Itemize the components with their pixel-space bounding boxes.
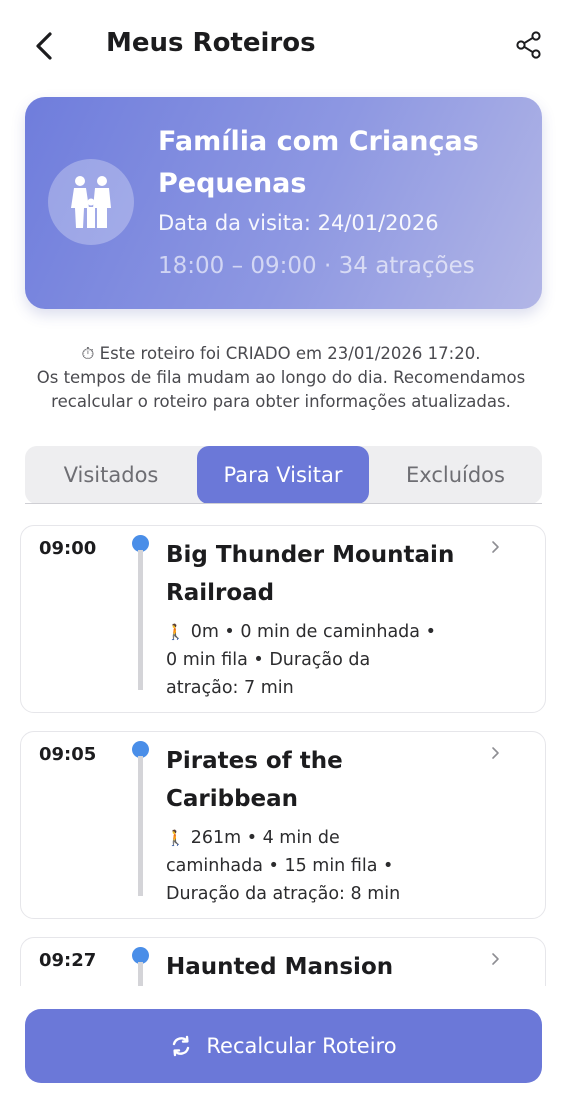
tab-visitados[interactable]: Visitados [25,446,197,504]
attraction-time: 09:27 [39,950,97,971]
visit-date: Data da visita: 24/01/2026 [158,211,439,235]
app-header: Meus Roteiros [0,0,562,92]
recalculate-notice: ⏱ Este roteiro foi CRIADO em 23/01/2026 … [0,342,562,414]
itinerary-summary-card: Família com Crianças Pequenas Data da vi… [25,97,542,309]
page-title: Meus Roteiros [106,28,316,58]
attraction-name: Pirates of the Caribbean [166,748,343,812]
segmented-tabs: Visitados Para Visitar Excluídos [25,446,542,504]
attraction-time: 09:05 [39,744,97,765]
family-avatar [48,159,134,245]
chevron-left-icon [36,32,52,60]
notice-line-2: Os tempos de fila mudam ao longo do dia.… [36,368,526,387]
notice-line-1: ⏱ Este roteiro foi CRIADO em 23/01/2026 … [81,344,481,363]
attraction-list: 09:00 Big Thunder Mountain Railroad 🚶 0m … [0,515,562,986]
chevron-right-icon [492,541,499,553]
share-button[interactable] [514,30,544,60]
attraction-details: 🚶 0m • 0 min de caminhada • 0 min fila • … [166,622,436,698]
notice-line-3: recalcular o roteiro para obter informaç… [51,392,511,411]
chevron-right-icon [492,747,499,759]
itinerary-title: Família com Crianças Pequenas [158,126,479,199]
walking-icon: 🚶 [166,623,185,641]
recalculate-label: Recalcular Roteiro [206,1034,397,1058]
family-icon [71,176,111,228]
recalculate-button[interactable]: Recalcular Roteiro [25,1009,542,1083]
tab-excluidos[interactable]: Excluídos [369,446,542,504]
attraction-name: Big Thunder Mountain Railroad [166,542,455,606]
itinerary-meta: 18:00 – 09:00 · 34 atrações [158,253,475,279]
chevron-right-icon [492,953,499,965]
attraction-card[interactable]: 09:05 Pirates of the Caribbean 🚶 261m • 4… [20,731,546,919]
share-icon [516,31,541,59]
walking-icon: 🚶 [166,829,185,847]
timeline-line [138,550,143,690]
attraction-name: Haunted Mansion [166,954,394,980]
tab-para-visitar[interactable]: Para Visitar [197,446,369,504]
attraction-card[interactable]: 09:27 Haunted Mansion [20,937,546,986]
attraction-time: 09:00 [39,538,97,559]
timeline-line [138,756,143,896]
attraction-details: 🚶 261m • 4 min de caminhada • 15 min fila… [166,828,401,904]
timeline-line [138,962,143,986]
back-button[interactable] [28,26,60,66]
tabs-divider [25,503,542,504]
attraction-card[interactable]: 09:00 Big Thunder Mountain Railroad 🚶 0m … [20,525,546,713]
refresh-icon [170,1035,192,1057]
